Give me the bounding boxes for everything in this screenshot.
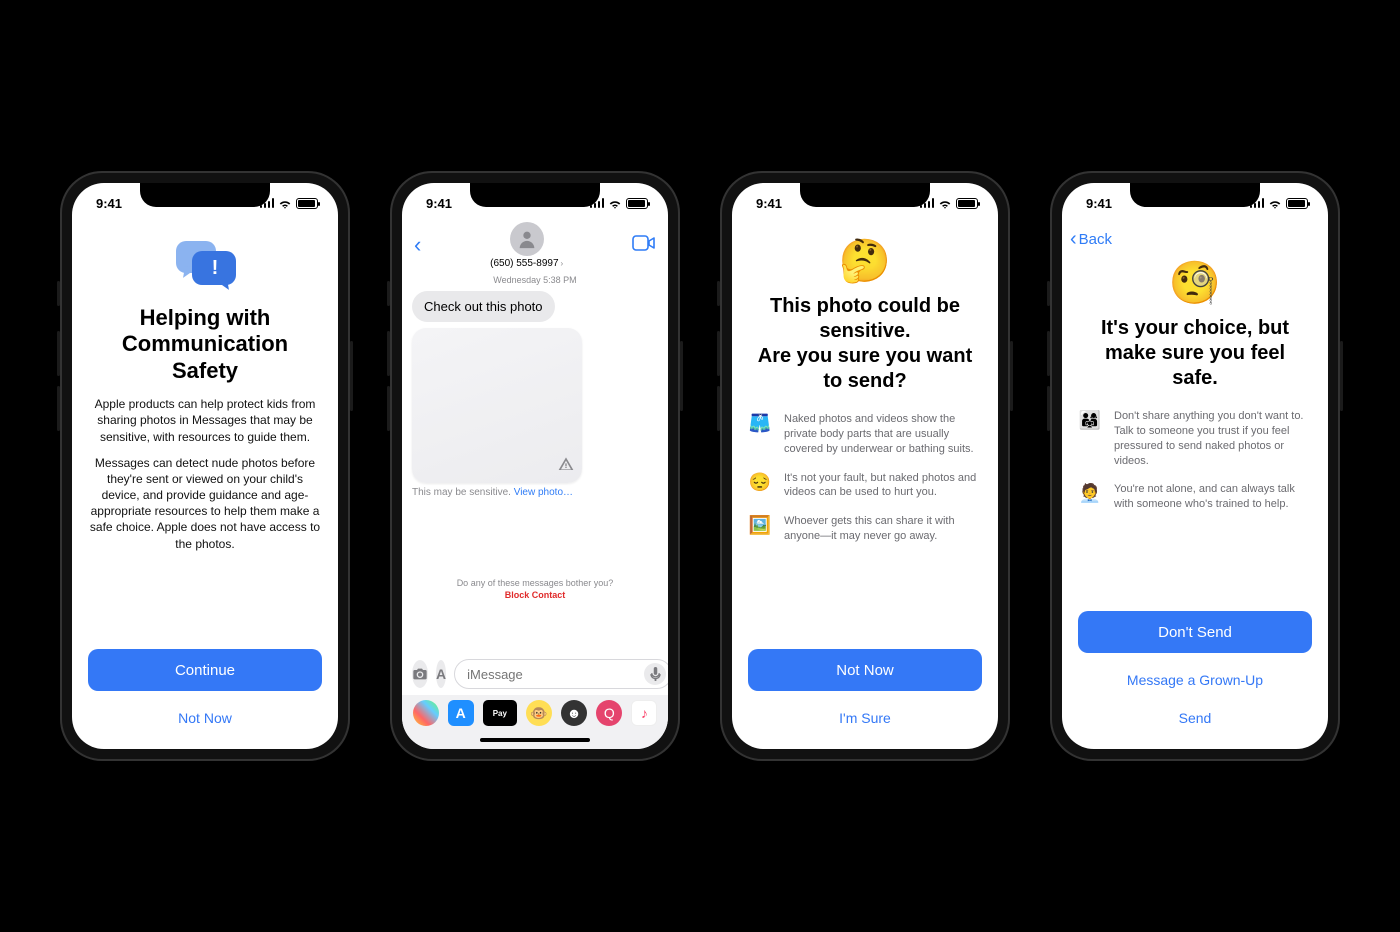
facetime-button[interactable] xyxy=(632,234,656,257)
wifi-icon xyxy=(938,198,952,208)
info-row-icon: 🧑‍💼 xyxy=(1078,483,1102,504)
phone-mockup-1: 9:41 ! Helping with Communication Safety… xyxy=(60,171,350,761)
info-row: 👨‍👩‍👧 Don't share anything you don't want… xyxy=(1078,409,1312,468)
monocle-emoji-icon: 🧐 xyxy=(1078,259,1312,308)
info-row: 🖼️ Whoever gets this can share it with an… xyxy=(748,514,982,544)
phone-mockup-4: 9:41 ‹ Back 🧐 It's your choice, but make… xyxy=(1050,171,1340,761)
notch xyxy=(470,183,600,207)
block-contact-link[interactable]: Block Contact xyxy=(412,590,658,600)
thinking-emoji-icon: 🤔 xyxy=(748,237,982,286)
view-photo-link[interactable]: View photo… xyxy=(514,487,573,498)
status-time: 9:41 xyxy=(426,196,452,211)
music-app-icon[interactable]: ♪ xyxy=(631,700,657,726)
battery-icon xyxy=(296,198,318,209)
camera-button[interactable] xyxy=(412,660,428,688)
message-timestamp: Wednesday 5:38 PM xyxy=(412,275,658,285)
wifi-icon xyxy=(608,198,622,208)
back-button[interactable]: ‹ Back xyxy=(1062,223,1328,255)
info-row: 🩳 Naked photos and videos show the privat… xyxy=(748,412,982,457)
home-indicator[interactable] xyxy=(402,731,668,749)
apple-pay-icon[interactable]: Pay xyxy=(483,700,517,726)
im-sure-button[interactable]: I'm Sure xyxy=(748,699,982,737)
info-row-text: Don't share anything you don't want to. … xyxy=(1114,409,1312,468)
communication-safety-icon: ! xyxy=(170,241,240,295)
message-bubble: Check out this photo xyxy=(412,291,555,322)
battery-icon xyxy=(626,198,648,209)
status-time: 9:41 xyxy=(96,196,122,211)
send-button[interactable]: Send xyxy=(1078,699,1312,737)
info-row: 🧑‍💼 You're not alone, and can always talk… xyxy=(1078,482,1312,512)
wifi-icon xyxy=(1268,198,1282,208)
app-store-button[interactable]: A xyxy=(436,660,446,688)
animoji-app-icon[interactable]: ☻ xyxy=(561,700,587,726)
dont-send-button[interactable]: Don't Send xyxy=(1078,611,1312,653)
info-row-text: Naked photos and videos show the private… xyxy=(784,412,982,457)
not-now-button[interactable]: Not Now xyxy=(88,699,322,737)
battery-icon xyxy=(956,198,978,209)
notch xyxy=(800,183,930,207)
warning-icon xyxy=(558,456,574,477)
voice-record-button[interactable] xyxy=(644,663,666,685)
status-time: 9:41 xyxy=(1086,196,1112,211)
not-now-button[interactable]: Not Now xyxy=(748,649,982,691)
phone-mockup-2: 9:41 ‹ (650) 555-8997 › xyxy=(390,171,680,761)
info-row-icon: 🖼️ xyxy=(748,515,772,536)
message-input[interactable] xyxy=(454,659,668,689)
avatar[interactable] xyxy=(510,222,544,256)
wifi-icon xyxy=(278,198,292,208)
page-title: Helping with Communication Safety xyxy=(88,305,322,384)
info-row: 😔 It's not your fault, but naked photos a… xyxy=(748,471,982,501)
battery-icon xyxy=(1286,198,1308,209)
continue-button[interactable]: Continue xyxy=(88,649,322,691)
memoji-app-icon[interactable]: 🐵 xyxy=(526,700,552,726)
message-grownup-button[interactable]: Message a Grown-Up xyxy=(1078,661,1312,699)
app-tray[interactable]: A Pay 🐵 ☻ Q ♪ xyxy=(402,695,668,731)
page-title: It's your choice, but make sure you feel… xyxy=(1078,316,1312,391)
back-button[interactable]: ‹ xyxy=(414,232,421,258)
info-row-icon: 👨‍👩‍👧 xyxy=(1078,410,1102,431)
notch xyxy=(140,183,270,207)
notch xyxy=(1130,183,1260,207)
status-time: 9:41 xyxy=(756,196,782,211)
search-app-icon[interactable]: Q xyxy=(596,700,622,726)
chevron-left-icon: ‹ xyxy=(1070,229,1077,249)
info-row-icon: 🩳 xyxy=(748,413,772,434)
bother-question: Do any of these messages bother you? xyxy=(412,578,658,588)
app-store-app-icon[interactable]: A xyxy=(448,700,474,726)
sensitive-caption: This may be sensitive. View photo… xyxy=(412,487,658,498)
intro-paragraph-2: Messages can detect nude photos before t… xyxy=(88,455,322,552)
intro-paragraph-1: Apple products can help protect kids fro… xyxy=(88,396,322,445)
info-row-text: You're not alone, and can always talk wi… xyxy=(1114,482,1312,512)
page-title: This photo could be sensitive. Are you s… xyxy=(748,294,982,394)
info-row-text: Whoever gets this can share it with anyo… xyxy=(784,514,982,544)
photos-app-icon[interactable] xyxy=(413,700,439,726)
info-row-text: It's not your fault, but naked photos an… xyxy=(784,471,982,501)
blurred-photo[interactable] xyxy=(412,328,582,483)
phone-mockup-3: 9:41 🤔 This photo could be sensitive. Ar… xyxy=(720,171,1010,761)
info-row-icon: 😔 xyxy=(748,472,772,493)
